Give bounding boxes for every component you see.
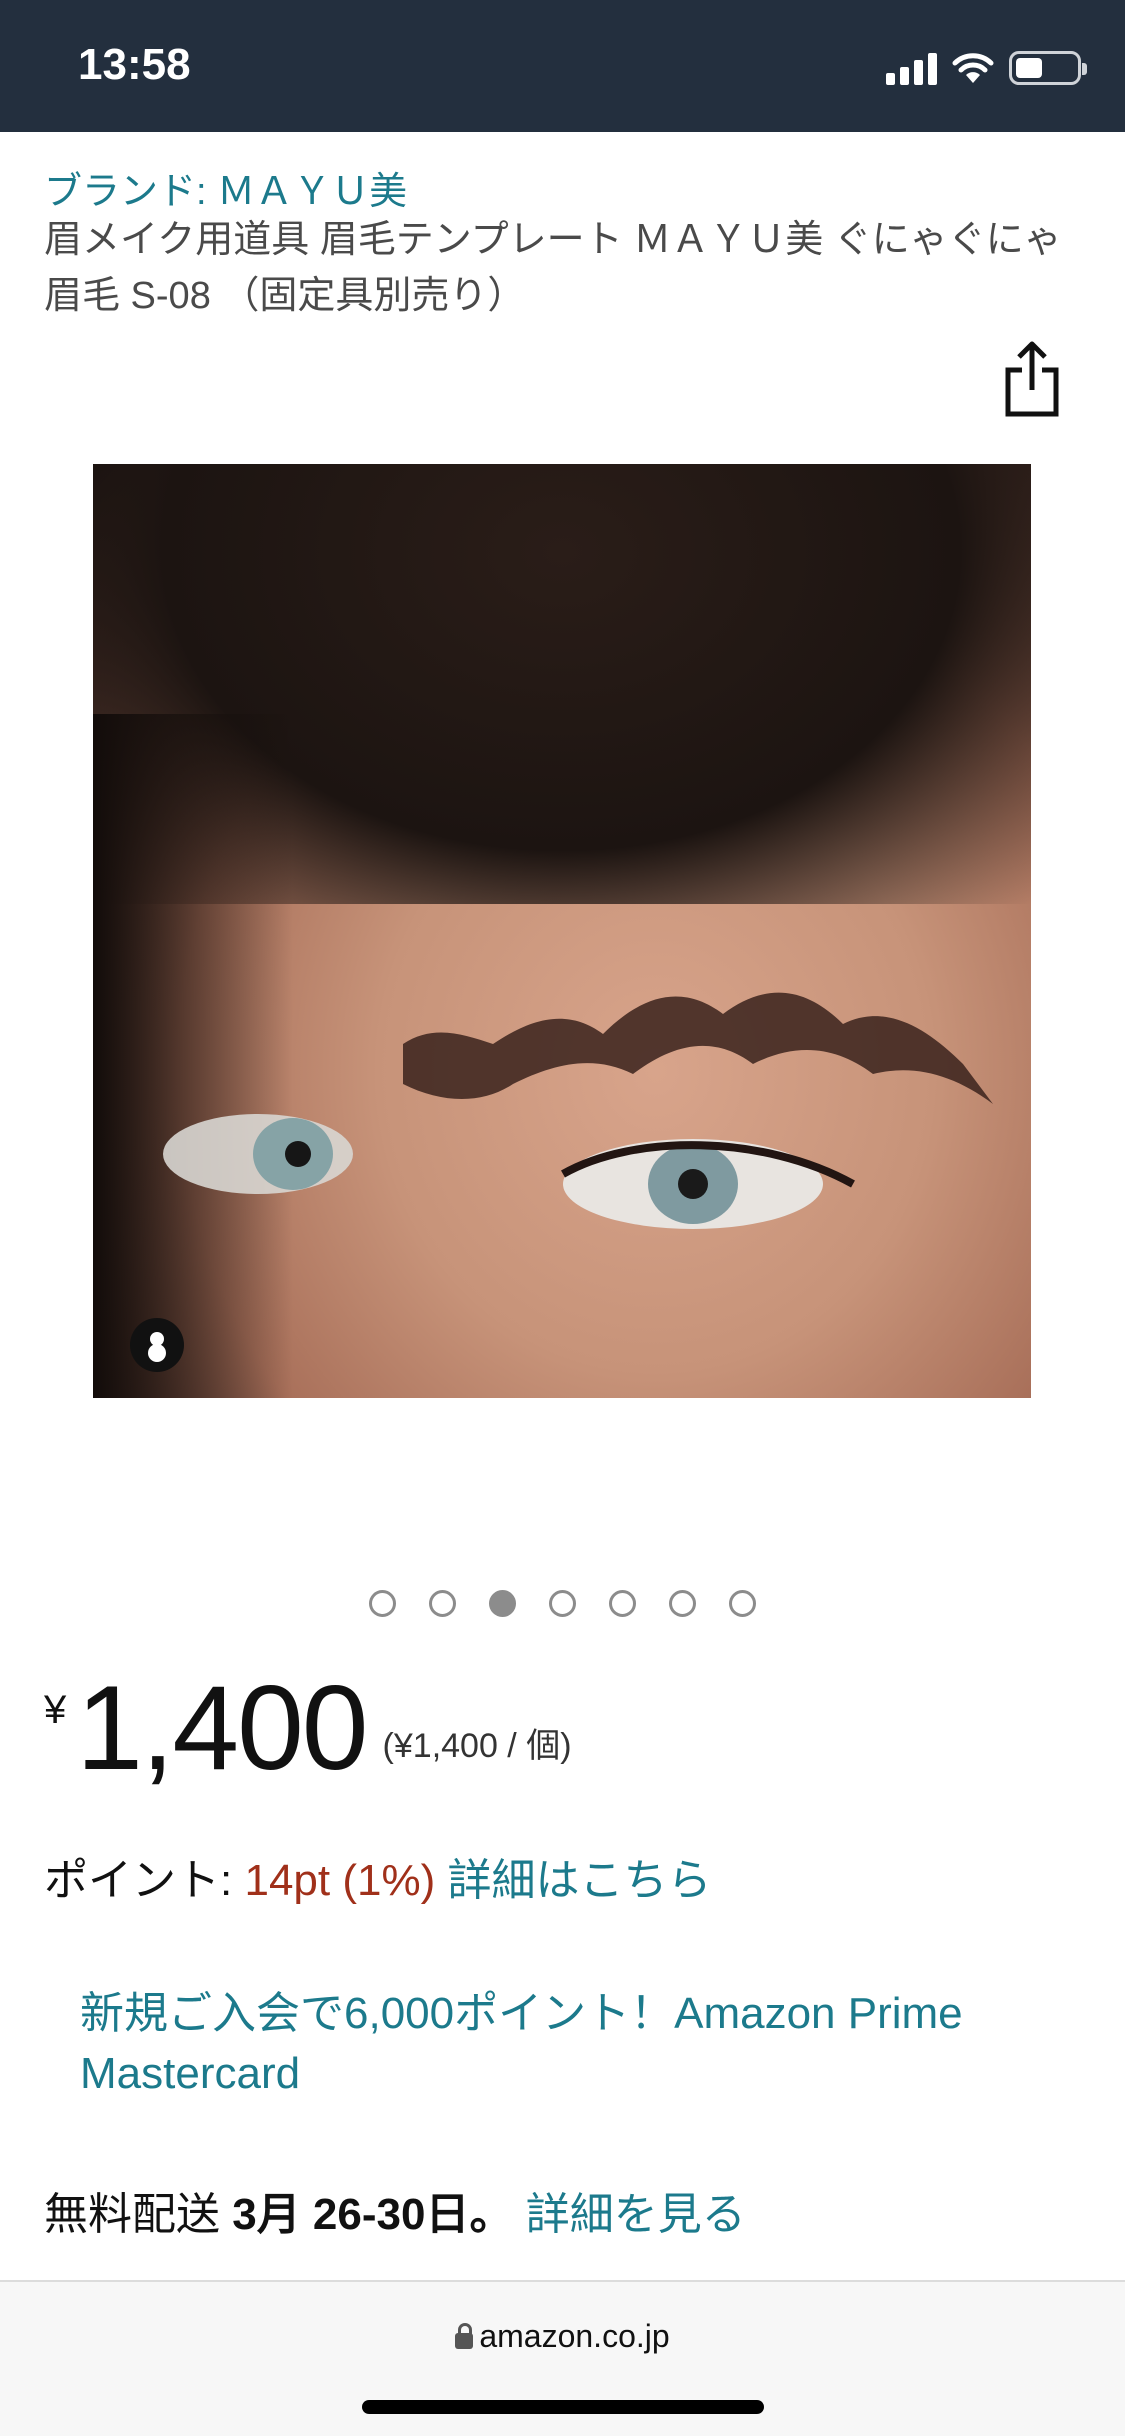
product-image[interactable] bbox=[93, 464, 1031, 1398]
gallery-dot[interactable] bbox=[429, 1590, 456, 1617]
points-label: ポイント: bbox=[44, 1856, 233, 1905]
status-bar: 13:58 bbox=[0, 0, 1125, 132]
lock-icon bbox=[455, 2323, 474, 2349]
price-currency: ¥ bbox=[44, 1688, 67, 1732]
wifi-icon bbox=[952, 53, 994, 83]
share-icon[interactable] bbox=[1002, 340, 1062, 420]
url-bar[interactable]: amazon.co.jp bbox=[0, 2318, 1125, 2355]
delivery-label: 無料配送 bbox=[44, 2190, 220, 2239]
brand-link[interactable]: ブランド: ＭＡＹＵ美 bbox=[44, 160, 407, 215]
gallery-dot[interactable] bbox=[609, 1590, 636, 1617]
battery-icon bbox=[1009, 51, 1087, 85]
gallery-dots[interactable] bbox=[0, 1590, 1125, 1617]
delivery-row: 無料配送 3月 26-30日。 詳細を見る bbox=[44, 2178, 746, 2242]
status-time: 13:58 bbox=[78, 40, 191, 89]
signal-icon bbox=[886, 51, 937, 85]
points-row: ポイント: 14pt (1%) 詳細はこちら bbox=[44, 1844, 711, 1908]
url-text: amazon.co.jp bbox=[479, 2318, 670, 2354]
home-indicator[interactable] bbox=[362, 2400, 764, 2414]
gallery-dot[interactable] bbox=[549, 1590, 576, 1617]
unit-price: (¥1,400 / 個) bbox=[382, 1727, 572, 1765]
eyebrow-illustration bbox=[163, 992, 993, 1229]
gallery-dot[interactable] bbox=[369, 1590, 396, 1617]
points-value: 14pt bbox=[244, 1856, 331, 1905]
gallery-dot[interactable] bbox=[729, 1590, 756, 1617]
status-icons bbox=[886, 48, 1087, 88]
price-amount: 1,400 bbox=[76, 1661, 368, 1795]
points-percent: (1%) bbox=[342, 1856, 436, 1905]
delivery-date: 3月 26-30日。 bbox=[232, 2190, 514, 2239]
points-details-link[interactable]: 詳細はこちら bbox=[447, 1856, 711, 1905]
gallery-dot[interactable] bbox=[669, 1590, 696, 1617]
battery-fill bbox=[1016, 58, 1042, 78]
gallery-dot[interactable] bbox=[489, 1590, 516, 1617]
delivery-details-link[interactable]: 詳細を見る bbox=[526, 2190, 746, 2239]
promo-link[interactable]: 新規ご入会で6,000ポイント！Amazon Prime Mastercard bbox=[80, 1984, 1060, 2104]
browser-bottom-bar: amazon.co.jp bbox=[0, 2280, 1125, 2436]
price-block: ¥ 1,400 (¥1,400 / 個) bbox=[44, 1668, 572, 1788]
product-title: 眉メイク用道具 眉毛テンプレート ＭＡＹＵ美 ぐにゃぐにゃ眉毛 S-08 （固定… bbox=[44, 219, 1062, 317]
profile-badge-icon[interactable] bbox=[130, 1318, 184, 1372]
